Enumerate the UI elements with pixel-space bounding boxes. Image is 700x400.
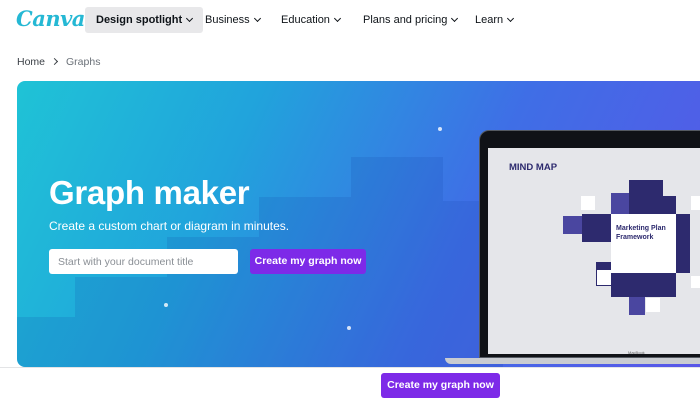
mind-map-card — [597, 270, 611, 285]
mind-map-node — [629, 180, 663, 214]
nav-learn[interactable]: Learn — [464, 7, 524, 33]
chevron-down-icon — [507, 14, 515, 23]
laptop-lid: MIND MAP Marketing Plan Framework MacBoo… — [479, 130, 700, 358]
nav-plans-pricing[interactable]: Plans and pricing — [352, 7, 468, 33]
page-title: Graph maker — [49, 174, 250, 211]
mind-map-node — [676, 244, 690, 273]
decor-dot — [347, 326, 351, 330]
mind-map-card — [691, 276, 700, 288]
nav-education-label: Education — [281, 14, 330, 26]
mind-map-node — [611, 273, 645, 297]
decor-dot — [164, 303, 168, 307]
mind-map-node — [563, 216, 582, 234]
background-bar — [17, 317, 75, 367]
mind-map-heading: MIND MAP — [509, 162, 558, 173]
nav-business[interactable]: Business — [194, 7, 271, 33]
chevron-down-icon — [253, 14, 261, 23]
laptop-brand-label: MacBook — [628, 350, 645, 355]
create-graph-button[interactable]: Create my graph now — [250, 249, 366, 274]
laptop-base — [445, 358, 700, 364]
document-title-input[interactable] — [49, 249, 238, 274]
nav-design-spotlight-label: Design spotlight — [96, 14, 183, 26]
mind-map-node — [611, 193, 629, 214]
laptop-preview: MIND MAP Marketing Plan Framework MacBoo… — [445, 130, 700, 364]
decor-dot — [438, 127, 442, 131]
breadcrumb-current: Graphs — [66, 56, 101, 68]
chevron-down-icon — [451, 14, 459, 23]
nav-plans-pricing-label: Plans and pricing — [363, 14, 448, 26]
canva-logo[interactable]: Canva — [16, 6, 85, 31]
mind-map-node — [676, 214, 690, 244]
nav-business-label: Business — [205, 14, 250, 26]
nav-design-spotlight[interactable]: Design spotlight — [85, 7, 204, 33]
sticky-cta-bar: Create my graph now — [0, 367, 700, 400]
chevron-right-icon — [50, 57, 59, 66]
background-bar — [75, 277, 167, 367]
mind-map-card — [691, 196, 700, 210]
mind-map-center-label: Marketing Plan Framework — [616, 225, 666, 241]
mind-map-card — [581, 196, 595, 210]
breadcrumb: Home Graphs — [17, 56, 100, 68]
nav-learn-label: Learn — [475, 14, 504, 26]
mind-map-preview: MIND MAP Marketing Plan Framework — [488, 148, 700, 354]
chevron-down-icon — [333, 14, 341, 23]
mind-map-node — [629, 297, 645, 315]
chevron-down-icon — [186, 14, 194, 23]
mind-map-node — [663, 196, 676, 214]
mind-map-card — [646, 298, 660, 312]
mind-map-node — [645, 273, 676, 297]
mind-map-node — [582, 214, 611, 242]
mind-map-center: Marketing Plan Framework — [611, 214, 676, 273]
hero-subtitle: Create a custom chart or diagram in minu… — [49, 219, 290, 233]
hero-banner: Graph maker Create a custom chart or dia… — [17, 81, 700, 367]
breadcrumb-home[interactable]: Home — [17, 56, 45, 68]
sticky-create-graph-button[interactable]: Create my graph now — [381, 373, 500, 398]
nav-education[interactable]: Education — [270, 7, 351, 33]
top-nav: Canva Design spotlight Business Educatio… — [0, 0, 700, 40]
